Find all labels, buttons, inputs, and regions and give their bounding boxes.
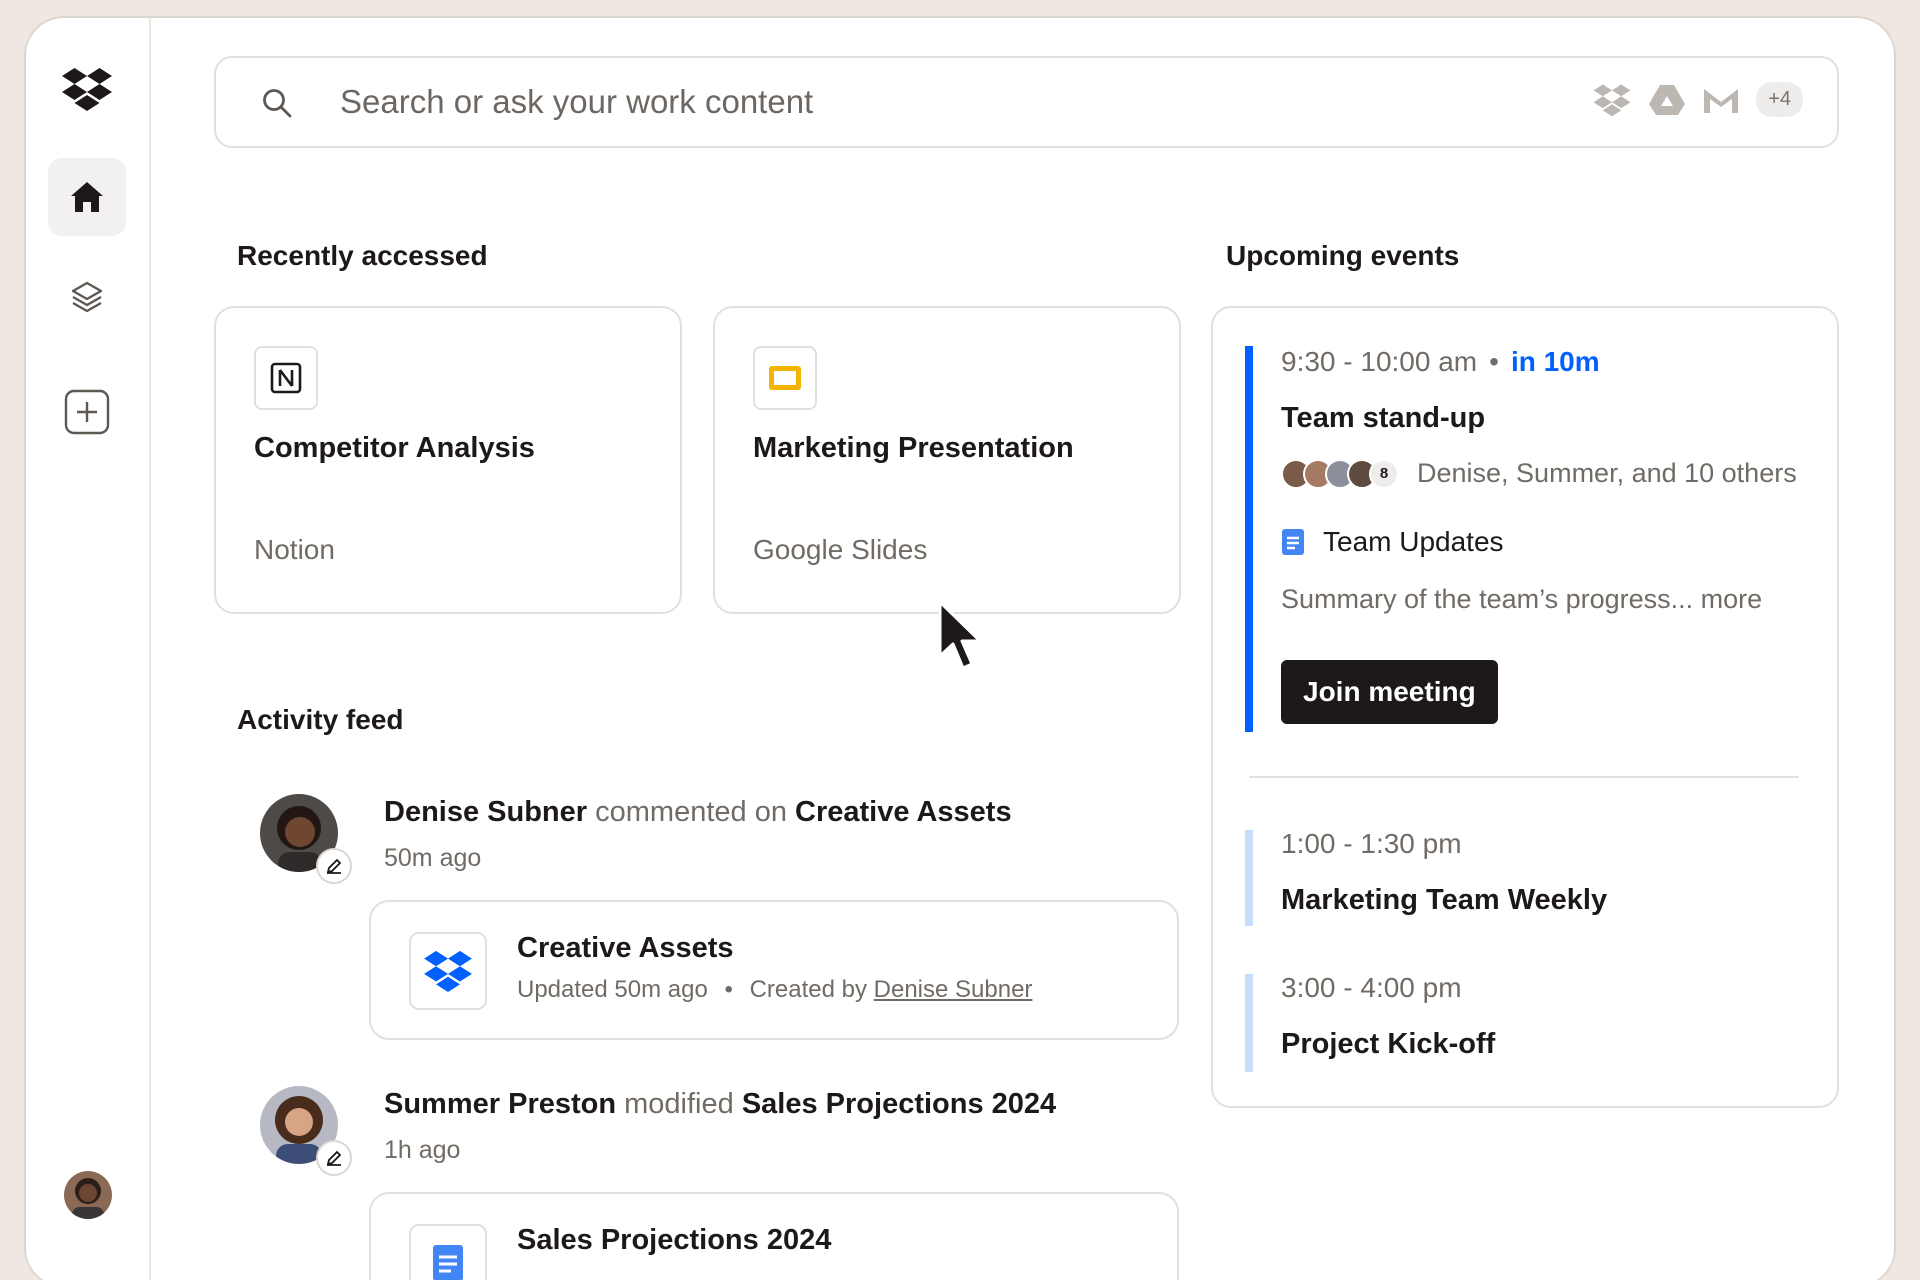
file-updated: Updated 50m ago (517, 976, 708, 1003)
event-time: 9:30 - 10:00 am • in 10m (1281, 346, 1600, 377)
pencil-icon (316, 848, 352, 884)
google-drive-icon (1649, 84, 1686, 115)
search-icon (263, 89, 292, 118)
file-card[interactable]: Sales Projections 2024 (369, 1192, 1179, 1280)
activity-time: 50m ago (384, 844, 482, 872)
event-accent-bar (1245, 346, 1253, 732)
recent-card-source: Google Slides (753, 534, 928, 565)
notion-icon (254, 346, 318, 410)
dropbox-logo-icon[interactable] (62, 66, 112, 112)
activity-text: Denise Subner commented on Creative Asse… (384, 796, 1012, 829)
recent-card-source: Notion (254, 534, 335, 565)
join-meeting-button[interactable]: Join meeting (1281, 660, 1498, 724)
home-button[interactable] (48, 158, 126, 236)
event-countdown: in 10m (1510, 346, 1600, 377)
app-window: +4 Recently accessed Competitor Analysis… (24, 16, 1896, 1280)
file-created-prefix: Created by (749, 976, 867, 1003)
file-card[interactable]: Creative Assets Updated 50m ago • Create… (369, 900, 1179, 1040)
divider (1249, 776, 1799, 778)
activity-text: Summer Preston modified Sales Projection… (384, 1088, 1056, 1121)
event-title[interactable]: Team stand-up (1281, 402, 1485, 435)
pencil-icon (316, 1140, 352, 1176)
event-title[interactable]: Marketing Team Weekly (1281, 884, 1607, 917)
activity-target[interactable]: Creative Assets (795, 796, 1012, 828)
event-accent-bar (1245, 974, 1253, 1072)
event-doc-link[interactable]: Team Updates (1281, 526, 1504, 558)
mouse-cursor-icon (938, 600, 982, 670)
activity-target[interactable]: Sales Projections 2024 (742, 1088, 1056, 1120)
sidebar (26, 18, 151, 1280)
events-panel: 9:30 - 10:00 am • in 10m Team stand-up 8 D… (1211, 306, 1839, 1108)
dropbox-icon (1593, 83, 1631, 116)
activity-user[interactable]: Summer Preston (384, 1088, 616, 1120)
activity-action: commented on (595, 796, 787, 828)
attendees-text: Denise, Summer, and 10 others (1417, 458, 1797, 488)
user-avatar[interactable] (64, 1171, 112, 1219)
file-meta: Updated 50m ago • Created by Denise Subn… (517, 976, 1032, 1004)
events-section-title: Upcoming events (1226, 240, 1460, 271)
activity-action: modified (624, 1088, 734, 1120)
add-button[interactable] (48, 373, 126, 451)
event-accent-bar (1245, 830, 1253, 926)
search-bar[interactable]: +4 (214, 56, 1839, 148)
dropbox-icon (409, 932, 487, 1010)
attendee-count: 8 (1369, 458, 1399, 489)
layers-button[interactable] (48, 258, 126, 336)
recent-card[interactable]: Competitor Analysis Notion (214, 306, 682, 614)
recent-card-title: Competitor Analysis (254, 432, 535, 464)
meta-separator: • (724, 976, 733, 1003)
plus-icon (64, 389, 110, 435)
more-sources-badge[interactable]: +4 (1756, 82, 1803, 117)
search-input[interactable] (340, 80, 1240, 124)
event-doc-title: Team Updates (1323, 526, 1504, 557)
file-creator-link[interactable]: Denise Subner (874, 976, 1033, 1003)
home-icon (71, 182, 103, 212)
connected-sources: +4 (1592, 82, 1803, 117)
google-slides-icon (753, 346, 817, 410)
google-docs-icon (1282, 529, 1304, 555)
attendees[interactable]: 8 Denise, Summer, and 10 others (1281, 458, 1797, 489)
google-docs-icon (409, 1224, 487, 1280)
event-time: 1:00 - 1:30 pm (1281, 828, 1462, 859)
file-title: Creative Assets (517, 932, 734, 964)
activity-section-title: Activity feed (237, 704, 404, 735)
activity-time: 1h ago (384, 1136, 461, 1164)
gmail-icon (1704, 88, 1739, 113)
event-time: 3:00 - 4:00 pm (1281, 972, 1462, 1003)
layers-icon (71, 281, 103, 313)
activity-user[interactable]: Denise Subner (384, 796, 587, 828)
file-title: Sales Projections 2024 (517, 1224, 832, 1256)
event-summary[interactable]: Summary of the team’s progress... more (1281, 584, 1762, 615)
recent-card[interactable]: Marketing Presentation Google Slides (713, 306, 1181, 614)
recent-card-title: Marketing Presentation (753, 432, 1074, 464)
recent-section-title: Recently accessed (237, 240, 488, 271)
event-title[interactable]: Project Kick-off (1281, 1028, 1495, 1061)
